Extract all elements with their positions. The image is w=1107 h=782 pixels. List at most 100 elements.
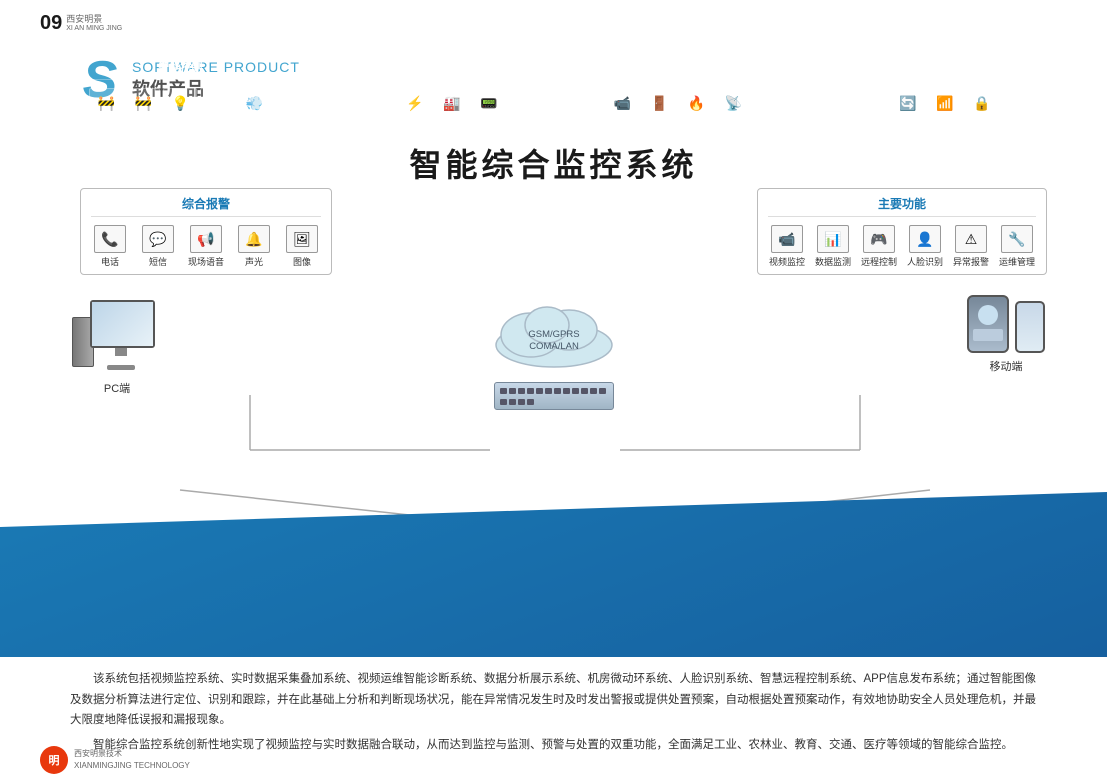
access-icon: 🚪 — [642, 88, 676, 118]
security-monitor-section: 安全监控 📹 全景视频 🚪 门禁 🔥 烟感 📡 红外 — [558, 50, 799, 142]
remote-icon: 🎮 — [863, 225, 895, 253]
gate1-item: 🚧 道闸1 — [89, 88, 123, 133]
sms-label: 短信 — [149, 255, 167, 268]
footer-logo-icon: 明 — [40, 746, 68, 774]
equipment-item: 📟 设备数据 — [472, 88, 506, 133]
ac-label: 空调 — [209, 121, 226, 133]
feature-alarm: ⚠ 异常报警 — [952, 225, 990, 268]
switch-item: 🔄 交换机 — [891, 88, 925, 133]
gate2-label: 道闸2 — [133, 121, 155, 133]
data-label: 数据监测 — [815, 255, 851, 268]
production-item: 🏭 生产数据 — [435, 88, 469, 133]
panoramic-label: 全景视频 — [605, 121, 639, 133]
phone-icon: 📞 — [94, 225, 126, 253]
image-icon: 🖼 — [286, 225, 318, 253]
pc-base-icon — [107, 365, 135, 370]
security-monitor-items: 📹 全景视频 🚪 门禁 🔥 烟感 📡 红外 — [564, 88, 793, 133]
kiosk-device-icon — [967, 295, 1009, 353]
phone-device-icon — [1015, 301, 1045, 353]
vent-item: 💨 新风口 — [237, 88, 271, 133]
sound-label: 声光 — [245, 255, 263, 268]
alarm-item-sms: 💬 短信 — [139, 225, 177, 268]
feature-data: 📊 数据监测 — [814, 225, 852, 268]
smoke-label: 烟感 — [688, 121, 705, 133]
alarm-item-sound: 🔔 声光 — [235, 225, 273, 268]
firewall-icon: 🔒 — [965, 88, 999, 118]
face-icon: 👤 — [909, 225, 941, 253]
smart-control-items: 🚧 道闸1 🚧 道闸2 💡 灯 ❄ 空调 💨 新风口 — [66, 88, 295, 133]
data-monitor-section: 数据监测 🌡 气象传感器 ⚡ 能源数据 🏭 生产数据 📟 设备数据 — [309, 50, 550, 142]
ops-icon: 🔧 — [1001, 225, 1033, 253]
smoke-icon: 🔥 — [679, 88, 713, 118]
firewall-item: 🔒 防火墙 — [965, 88, 999, 133]
firewall-label: 防火墙 — [969, 121, 995, 133]
smoke-item: 🔥 烟感 — [679, 88, 713, 133]
equipment-label: 设备数据 — [472, 121, 506, 133]
router-item: 📶 路由器 — [928, 88, 962, 133]
smart-control-section: 智能控制 🚧 道闸1 🚧 道闸2 💡 灯 ❄ 空调 💨 新风口 — [60, 50, 301, 142]
remote-label: 远程控制 — [861, 255, 897, 268]
pc-stand-icon — [115, 348, 127, 356]
vent-icon: 💨 — [237, 88, 271, 118]
ac-item: ❄ 空调 — [200, 88, 234, 133]
video-label: 视频监控 — [769, 255, 805, 268]
data-monitor-items: 🌡 气象传感器 ⚡ 能源数据 🏭 生产数据 📟 设备数据 — [315, 88, 544, 133]
gate1-label: 道闸1 — [96, 121, 118, 133]
alarm-item-voice: 📢 现场语音 — [187, 225, 225, 268]
alarm-items: 📞 电话 💬 短信 📢 现场语音 🔔 声光 🖼 图像 — [91, 225, 321, 268]
svg-text:COMA/LAN: COMA/LAN — [529, 341, 579, 352]
ac-icon: ❄ — [200, 88, 234, 118]
phone-label: 电话 — [101, 255, 119, 268]
page-header: 09 西安明景 XI AN MING JING — [40, 12, 122, 35]
weather-icon: 🌡 — [357, 88, 391, 118]
alarm-icon: ⚠ — [955, 225, 987, 253]
feature-ops: 🔧 运维管理 — [998, 225, 1036, 268]
description-para1: 该系统包括视频监控系统、实时数据采集叠加系统、视频运维智能诊断系统、数据分析展示… — [70, 669, 1037, 731]
footer-company-text: 西安明景技术 XIANMINGJING TECHNOLOGY — [74, 748, 190, 772]
bottom-boxes-container: 智能控制 🚧 道闸1 🚧 道闸2 💡 灯 ❄ 空调 💨 新风口 — [60, 50, 1047, 142]
switch-label: 交换机 — [895, 121, 921, 133]
footer-content: 明 西安明景技术 XIANMINGJING TECHNOLOGY — [40, 746, 190, 774]
page-number: 09 — [40, 12, 62, 35]
security-monitor-title: 安全监控 — [564, 59, 793, 80]
alarm-box-title: 综合报警 — [91, 195, 321, 217]
access-item: 🚪 门禁 — [642, 88, 676, 133]
light-icon: 💡 — [163, 88, 197, 118]
data-icon: 📊 — [817, 225, 849, 253]
infrared-label: 红外 — [725, 121, 742, 133]
alarm-item-image: 🖼 图像 — [283, 225, 321, 268]
production-icon: 🏭 — [435, 88, 469, 118]
diagram-main-title: 智能综合监控系统 — [0, 140, 1107, 186]
light-label: 灯 — [176, 121, 185, 133]
light-item: 💡 灯 — [163, 88, 197, 133]
panoramic-icon: 📹 — [605, 88, 639, 118]
mobile-illustration — [967, 295, 1045, 353]
energy-item: ⚡ 能源数据 — [398, 88, 432, 133]
pc-device-block: PC端 — [72, 300, 162, 396]
gate1-icon: 🚧 — [89, 88, 123, 118]
router-label: 路由器 — [932, 121, 958, 133]
features-items: 📹 视频监控 📊 数据监测 🎮 远程控制 👤 人脸识别 ⚠ 异常报警 🔧 运维管… — [768, 225, 1036, 268]
brand-text: 西安明景 XI AN MING JING — [66, 14, 122, 33]
sms-icon: 💬 — [142, 225, 174, 253]
production-label: 生产数据 — [435, 121, 469, 133]
server-icon: 🖥 — [854, 88, 888, 118]
mobile-device-block: 移动端 — [967, 295, 1045, 374]
svg-text:GSM/GPRS: GSM/GPRS — [528, 329, 579, 340]
energy-icon: ⚡ — [398, 88, 432, 118]
features-box-title: 主要功能 — [768, 195, 1036, 217]
energy-label: 能源数据 — [398, 121, 432, 133]
pc-label: PC端 — [104, 380, 130, 396]
panoramic-item: 📹 全景视频 — [605, 88, 639, 133]
gate2-icon: 🚧 — [126, 88, 160, 118]
alarm-item-phone: 📞 电话 — [91, 225, 129, 268]
feature-video: 📹 视频监控 — [768, 225, 806, 268]
network-monitor-title: 网络监控 — [812, 59, 1041, 80]
switch-icon: 🔄 — [891, 88, 925, 118]
ops-label: 运维管理 — [999, 255, 1035, 268]
weather-item: 🌡 气象传感器 — [352, 88, 395, 133]
equipment-icon: 📟 — [472, 88, 506, 118]
page-footer: 明 西安明景技术 XIANMINGJING TECHNOLOGY — [40, 746, 190, 774]
features-box: 主要功能 📹 视频监控 📊 数据监测 🎮 远程控制 👤 人脸识别 ⚠ 异常报警 … — [757, 188, 1047, 275]
server-item: 🖥 服务器 — [854, 88, 888, 133]
